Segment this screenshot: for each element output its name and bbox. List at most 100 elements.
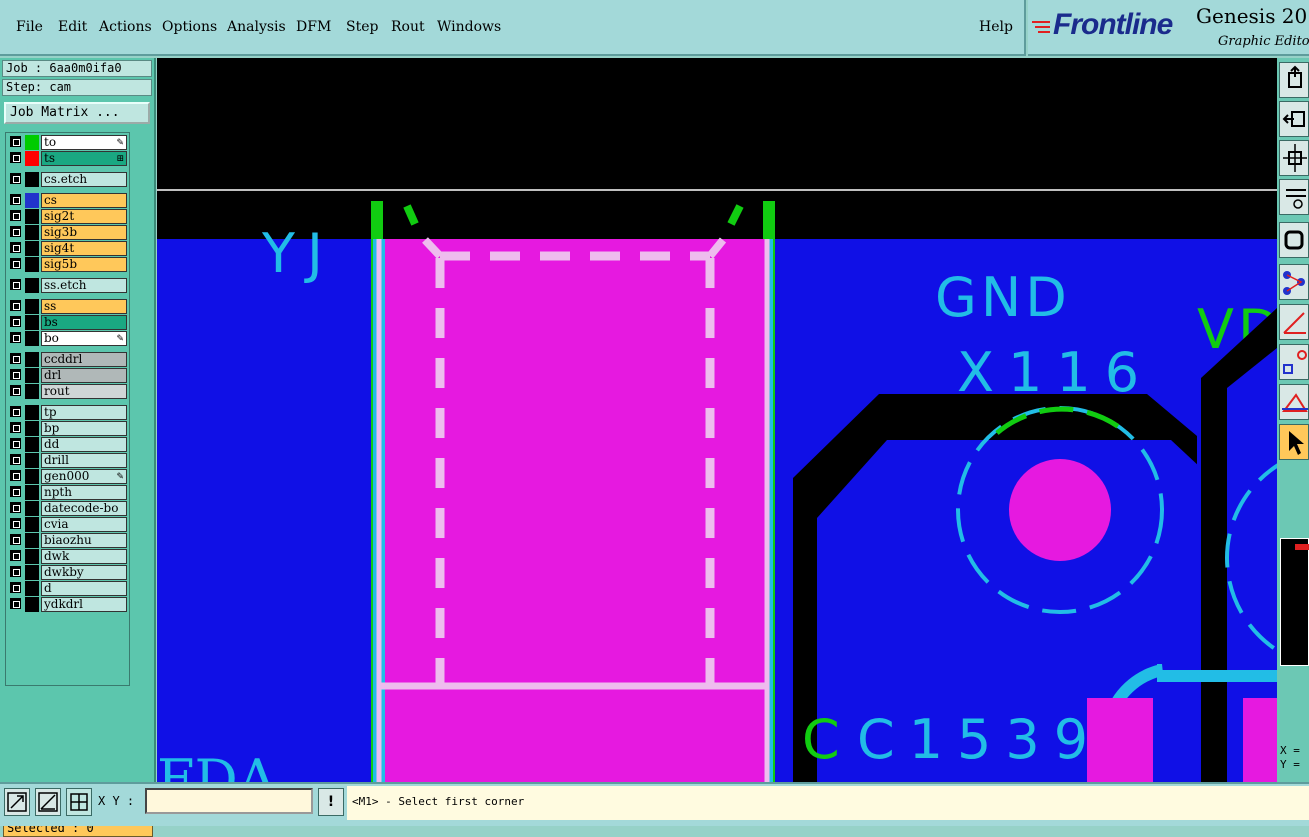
layer-color-swatch[interactable] (25, 469, 39, 484)
layer-row[interactable]: sig5b (8, 257, 127, 272)
job-matrix-button[interactable]: Job Matrix ... (4, 102, 150, 124)
layer-row[interactable]: d (8, 581, 127, 596)
menu-dfm[interactable]: DFM (296, 19, 331, 35)
layer-row[interactable]: gen000 ✎ (8, 469, 127, 484)
layer-row[interactable]: ccddrl (8, 352, 127, 367)
layer-name[interactable]: cs (41, 193, 127, 208)
layer-row[interactable]: to ✎ (8, 135, 127, 150)
layer-row[interactable]: ss (8, 299, 127, 314)
layer-name[interactable]: dwk (41, 549, 127, 564)
layer-row[interactable]: dwkby (8, 565, 127, 580)
layer-checkbox[interactable] (10, 210, 21, 221)
layer-name[interactable]: ydkdrl (41, 597, 127, 612)
layer-color-swatch[interactable] (25, 352, 39, 367)
layer-color-swatch[interactable] (25, 384, 39, 399)
layer-color-swatch[interactable] (25, 565, 39, 580)
layer-checkbox[interactable] (10, 173, 21, 184)
layer-checkbox[interactable] (10, 598, 21, 609)
layer-name[interactable]: gen000 ✎ (41, 469, 127, 484)
execute-button[interactable]: ! (318, 788, 344, 816)
net-icon[interactable] (1279, 264, 1309, 300)
layer-checkbox[interactable] (10, 454, 21, 465)
triangle-icon[interactable] (1279, 384, 1309, 420)
layer-row[interactable]: bs (8, 315, 127, 330)
layer-color-swatch[interactable] (25, 135, 39, 150)
layer-color-swatch[interactable] (25, 151, 39, 166)
layer-row[interactable]: ss.etch (8, 278, 127, 293)
layer-name[interactable]: bo ✎ (41, 331, 127, 346)
layer-color-swatch[interactable] (25, 225, 39, 240)
layer-checkbox[interactable] (10, 279, 21, 290)
layer-checkbox[interactable] (10, 486, 21, 497)
layer-color-swatch[interactable] (25, 278, 39, 293)
measure-icon[interactable] (1279, 304, 1309, 340)
layer-color-swatch[interactable] (25, 368, 39, 383)
overview-minimap[interactable] (1280, 538, 1309, 666)
menu-step[interactable]: Step (346, 19, 378, 35)
menu-windows[interactable]: Windows (437, 19, 501, 35)
layer-name[interactable]: drl (41, 368, 127, 383)
pan-icon[interactable] (1279, 101, 1309, 137)
layer-name[interactable]: sig4t (41, 241, 127, 256)
layer-color-swatch[interactable] (25, 453, 39, 468)
layer-row[interactable]: npth (8, 485, 127, 500)
layer-checkbox[interactable] (10, 194, 21, 205)
layer-name[interactable]: bp (41, 421, 127, 436)
snap-icon[interactable] (1279, 344, 1309, 380)
layer-checkbox[interactable] (10, 300, 21, 311)
layer-name[interactable]: sig2t (41, 209, 127, 224)
layer-checkbox[interactable] (10, 226, 21, 237)
layer-row[interactable]: bp (8, 421, 127, 436)
layer-row[interactable]: bo ✎ (8, 331, 127, 346)
layer-name[interactable]: cvia (41, 517, 127, 532)
layer-color-swatch[interactable] (25, 299, 39, 314)
layer-name[interactable]: cs.etch (41, 172, 127, 187)
menu-file[interactable]: File (16, 19, 43, 35)
layer-checkbox[interactable] (10, 566, 21, 577)
layer-checkbox[interactable] (10, 582, 21, 593)
layer-checkbox[interactable] (10, 534, 21, 545)
layer-row[interactable]: datecode-bo (8, 501, 127, 516)
menu-analysis[interactable]: Analysis (227, 19, 286, 35)
layer-color-swatch[interactable] (25, 437, 39, 452)
menu-edit[interactable]: Edit (58, 19, 87, 35)
layer-name[interactable]: rout (41, 384, 127, 399)
layer-row[interactable]: tp (8, 405, 127, 420)
layer-checkbox[interactable] (10, 316, 21, 327)
layer-name[interactable]: tp (41, 405, 127, 420)
layer-name[interactable]: dwkby (41, 565, 127, 580)
layer-checkbox[interactable] (10, 258, 21, 269)
layer-row[interactable]: ydkdrl (8, 597, 127, 612)
layer-row[interactable]: cs.etch (8, 172, 127, 187)
layer-color-swatch[interactable] (25, 331, 39, 346)
layer-checkbox[interactable] (10, 385, 21, 396)
layer-checkbox[interactable] (10, 242, 21, 253)
layer-color-swatch[interactable] (25, 581, 39, 596)
menu-rout[interactable]: Rout (391, 19, 425, 35)
layer-row[interactable]: sig4t (8, 241, 127, 256)
layer-checkbox[interactable] (10, 438, 21, 449)
layer-checkbox[interactable] (10, 136, 21, 147)
layer-name[interactable]: ss (41, 299, 127, 314)
menu-options[interactable]: Options (162, 19, 217, 35)
layer-name[interactable]: bs (41, 315, 127, 330)
layer-row[interactable]: drill (8, 453, 127, 468)
zoom-home-icon[interactable] (1279, 62, 1309, 98)
layer-name[interactable]: ss.etch (41, 278, 127, 293)
xy-input[interactable] (145, 788, 313, 814)
layer-row[interactable]: dwk (8, 549, 127, 564)
layer-name[interactable]: d (41, 581, 127, 596)
pcb-drawing[interactable]: YJ GND X116 VD C C1539 FDA (157, 58, 1277, 782)
layer-checkbox[interactable] (10, 518, 21, 529)
zoom-window-icon[interactable] (4, 788, 30, 816)
layer-name[interactable]: dd (41, 437, 127, 452)
graphic-canvas[interactable]: YJ GND X116 VD C C1539 FDA (157, 58, 1277, 782)
layer-row[interactable]: dd (8, 437, 127, 452)
layer-color-swatch[interactable] (25, 257, 39, 272)
layer-checkbox[interactable] (10, 152, 21, 163)
layer-checkbox[interactable] (10, 406, 21, 417)
layer-color-swatch[interactable] (25, 501, 39, 516)
layer-row[interactable]: biaozhu (8, 533, 127, 548)
layer-color-swatch[interactable] (25, 315, 39, 330)
zoom-fit-icon[interactable] (1279, 140, 1309, 176)
